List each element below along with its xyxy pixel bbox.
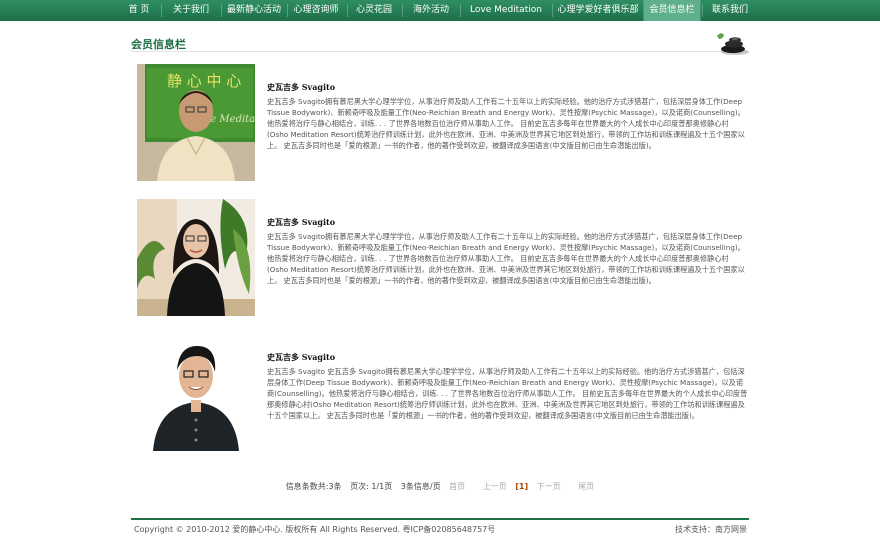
pagination: 信息条数共:3条 页次: 1/1页 3条信息/页 首页 上一页 [1] 下一页 … (0, 481, 880, 492)
pager-last-link[interactable]: 尾页 (578, 482, 594, 491)
pager-prev-link[interactable]: 上一页 (483, 482, 507, 491)
member-bio: 史瓦吉多 Svagito拥有慕尼黑大学心理学学位，从事治疗师及助人工作有二十五年… (267, 97, 745, 150)
nav-home[interactable]: 首 页 (129, 0, 150, 21)
page-title: 会员信息栏 (131, 38, 186, 51)
nav-divider (402, 4, 403, 17)
nav-counselors[interactable]: 心理咨询师 (293, 0, 338, 21)
nav-soul-garden[interactable]: 心灵花园 (356, 0, 392, 21)
nav-divider (702, 4, 703, 17)
pager-page-info: 页次: 1/1页 (350, 482, 393, 491)
footer-copyright: Copyright © 2010-2012 爱的静心中心. 版权所有 All R… (134, 525, 496, 534)
nav-contact[interactable]: 联系我们 (712, 0, 748, 21)
zen-stones-icon (717, 33, 749, 55)
member-photo[interactable]: 静 心 中 心 Love Meditatio (137, 64, 255, 181)
svg-text:静 心 中 心: 静 心 中 心 (167, 72, 241, 90)
nav-member-info[interactable]: 会员信息栏 (643, 0, 701, 21)
nav-divider (287, 4, 288, 17)
pager-first-link[interactable]: 首页 (449, 482, 465, 491)
nav-divider (552, 4, 553, 17)
footer-divider (131, 518, 749, 520)
member-name[interactable]: 史瓦吉多 Svagito (267, 82, 335, 93)
pager-next-link[interactable]: 下一页 (537, 482, 561, 491)
nav-latest-activities[interactable]: 最新静心活动 (227, 0, 281, 21)
nav-divider (347, 4, 348, 17)
member-bio: 史瓦吉多 Svagito 史瓦吉多 Svagito拥有慕尼黑大学心理学学位，从事… (267, 367, 748, 420)
nav-psychology-club[interactable]: 心理学爱好者俱乐部 (557, 0, 638, 21)
top-navigation: 首 页 关于我们 最新静心活动 心理咨询师 心灵花园 海外活动 Love Med… (0, 0, 880, 21)
nav-love-meditation[interactable]: Love Meditation (470, 0, 542, 21)
member-bio: 史瓦吉多 Svagito拥有慕尼黑大学心理学学位，从事治疗师及助人工作有二十五年… (267, 232, 745, 285)
member-name[interactable]: 史瓦吉多 Svagito (267, 352, 335, 363)
title-divider (131, 51, 749, 52)
member-photo[interactable] (137, 199, 255, 316)
nav-about[interactable]: 关于我们 (173, 0, 209, 21)
nav-divider (161, 4, 162, 17)
pager-total-count: 信息条数共:3条 (285, 482, 342, 491)
member-photo[interactable] (137, 334, 255, 451)
nav-divider (221, 4, 222, 17)
nav-overseas-activities[interactable]: 海外活动 (413, 0, 449, 21)
member-name[interactable]: 史瓦吉多 Svagito (267, 217, 335, 228)
footer-tech-support[interactable]: 技术支持：南方网景 (675, 524, 747, 535)
nav-divider (460, 4, 461, 17)
pager-per-page: 3条信息/页 (400, 482, 441, 491)
pager-current-page: [1] (515, 482, 529, 491)
